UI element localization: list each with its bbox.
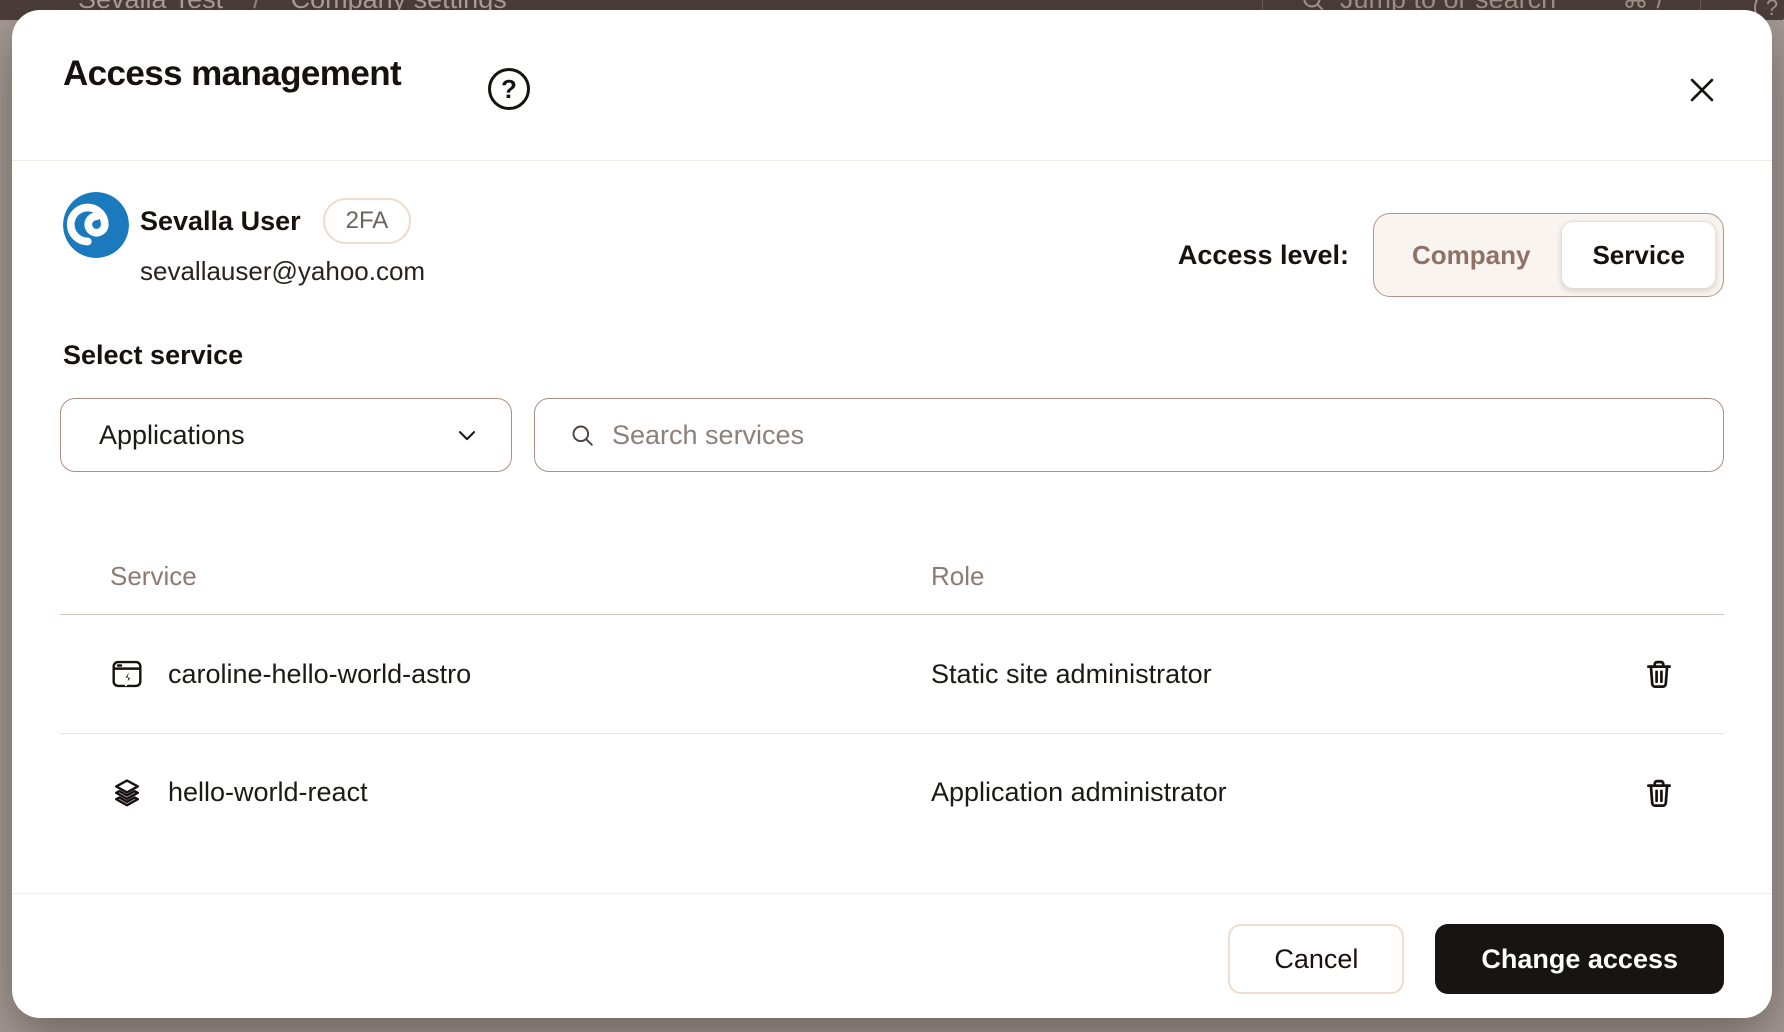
user-info: Sevalla User 2FA sevallauser@yahoo.com [140,198,425,287]
footer-actions: Cancel Change access [1228,924,1724,994]
dialog-title: Access management [63,54,401,94]
trash-icon [1642,776,1676,810]
service-search [534,398,1724,472]
toggle-option-company[interactable]: Company [1381,221,1561,289]
column-header-service: Service [60,561,931,592]
service-filters: Applications [60,398,1724,472]
help-icon[interactable]: ? [488,68,530,110]
access-level-label: Access level: [1178,240,1349,271]
delete-access-button[interactable] [1640,655,1678,693]
static-site-icon [110,657,144,691]
column-header-role: Role [931,561,1628,592]
help-glyph: ? [501,74,517,105]
footer-divider [12,893,1772,894]
trash-icon [1642,657,1676,691]
application-layers-icon [110,776,144,810]
close-icon[interactable] [1680,68,1724,112]
service-type-dropdown[interactable]: Applications [60,398,512,472]
change-access-button[interactable]: Change access [1435,924,1724,994]
search-services-input[interactable] [612,420,1699,451]
delete-access-button[interactable] [1640,774,1678,812]
service-name: hello-world-react [168,777,368,808]
dropdown-selected-value: Applications [99,420,453,451]
search-icon [569,422,596,449]
access-level-row: Access level: Company Service [1178,213,1724,297]
user-email: sevallauser@yahoo.com [140,256,425,287]
access-management-dialog: Access management ? Sevalla User 2FA sev… [12,10,1772,1018]
access-level-toggle: Company Service [1373,213,1724,297]
cancel-button[interactable]: Cancel [1228,924,1404,994]
services-table: Service Role caroline-hello-world-astro … [60,538,1724,851]
chevron-down-icon [453,421,481,449]
table-row: hello-world-react Application administra… [60,733,1724,851]
user-name: Sevalla User [140,206,301,237]
toggle-option-service[interactable]: Service [1561,221,1716,289]
table-header: Service Role [60,538,1724,615]
table-row: caroline-hello-world-astro Static site a… [60,615,1724,733]
screen: { "background": { "breadcrumb": { "item1… [0,0,1784,1032]
avatar [63,192,129,258]
service-role: Static site administrator [931,659,1628,690]
select-service-heading: Select service [63,340,243,371]
2fa-badge: 2FA [323,198,412,244]
header-divider [12,160,1772,161]
service-name: caroline-hello-world-astro [168,659,471,690]
service-role: Application administrator [931,777,1628,808]
